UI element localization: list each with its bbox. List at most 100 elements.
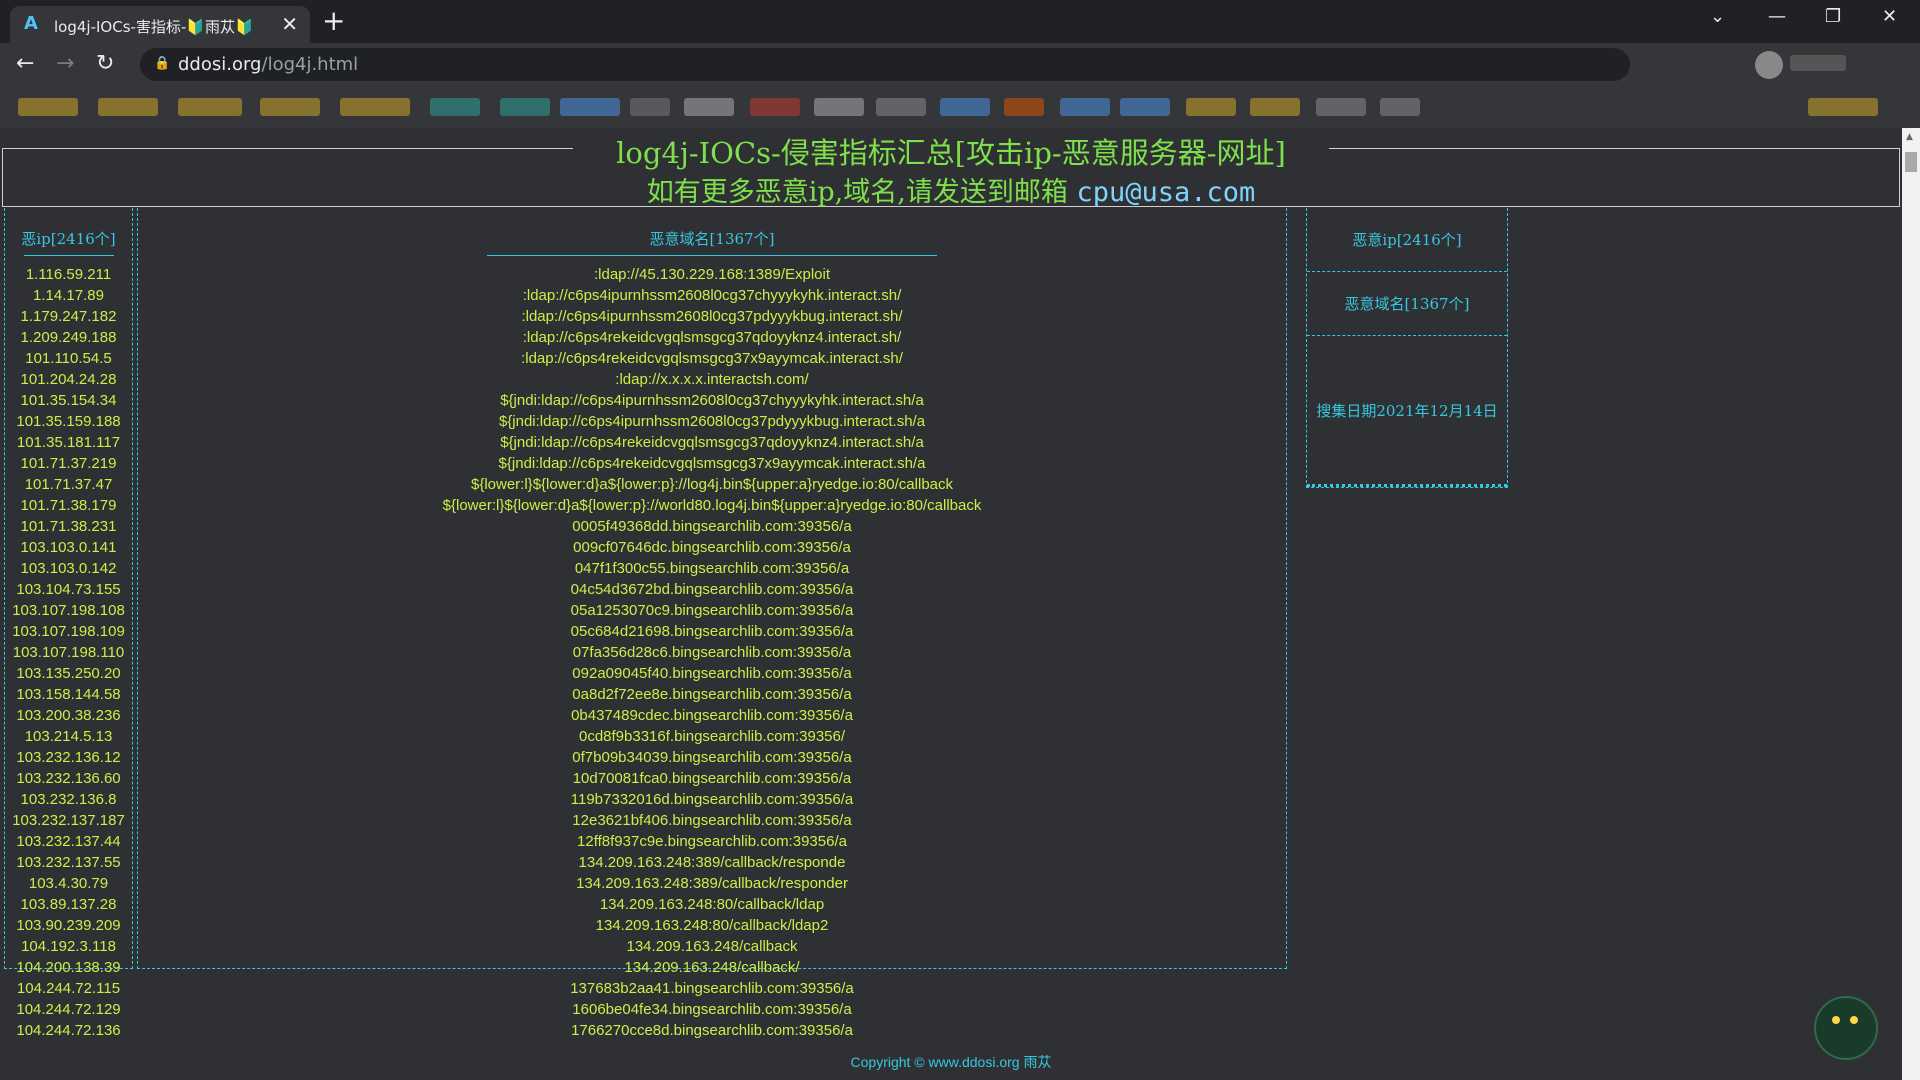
ip-item: 1.116.59.211	[25, 266, 112, 283]
ip-item: 104.244.72.136	[16, 1022, 121, 1039]
profile-avatar[interactable]	[1755, 51, 1783, 79]
ip-item: 101.71.38.231	[20, 518, 117, 535]
bookmark-item[interactable]	[1060, 98, 1110, 116]
domain-item: 12e3621bf406.bingsearchlib.com:39356/a	[572, 812, 852, 829]
browser-tab[interactable]: A log4j-IOCs-害指标-🔰雨苁🔰 ✕	[10, 6, 310, 43]
bookmark-item[interactable]	[684, 98, 734, 116]
scrollbar-thumb[interactable]	[1905, 152, 1917, 172]
ip-item: 104.200.138.39	[16, 959, 121, 976]
ip-item: 103.232.137.44	[16, 833, 121, 850]
domain-item: :ldap://c6ps4rekeidcvgqlsmsgcg37x9ayymca…	[521, 350, 903, 367]
address-bar[interactable]: 🔒 ddosi.org/log4j.html	[140, 48, 1630, 81]
tab-search-icon[interactable]: ⌄	[1710, 6, 1725, 27]
ip-item: 101.35.159.188	[16, 413, 121, 430]
minimize-icon[interactable]: —	[1768, 6, 1786, 27]
bookmark-item[interactable]	[560, 98, 620, 116]
ip-item: 101.110.54.5	[25, 350, 112, 367]
reload-icon[interactable]: ↻	[96, 51, 114, 77]
bookmark-item[interactable]	[430, 98, 480, 116]
ip-item: 101.35.154.34	[20, 392, 117, 409]
bookmark-item[interactable]	[814, 98, 864, 116]
page-footer[interactable]: Copyright © www.ddosi.org 雨苁	[0, 1052, 1902, 1072]
bookmark-item[interactable]	[1250, 98, 1300, 116]
ip-column-separator	[23, 255, 114, 256]
new-tab-icon[interactable]: +	[322, 6, 345, 36]
bookmark-item[interactable]	[630, 98, 670, 116]
page-content: log4j-IOCs-侵害指标汇总[攻击ip-恶意服务器-网址] 如有更多恶意i…	[0, 128, 1902, 1080]
summary-domain-link[interactable]: 恶意域名[1367个]	[1307, 272, 1507, 336]
domain-item: 12ff8f937c9e.bingsearchlib.com:39356/a	[577, 833, 847, 850]
tab-title: log4j-IOCs-害指标-🔰雨苁🔰	[54, 18, 254, 36]
ip-item: 1.209.249.188	[20, 329, 117, 346]
ip-item: 103.200.38.236	[16, 707, 121, 724]
domain-item: 119b7332016d.bingsearchlib.com:39356/a	[570, 791, 854, 808]
ip-item: 103.90.239.209	[16, 917, 121, 934]
ip-item: 103.103.0.142	[20, 560, 117, 577]
page-title: log4j-IOCs-侵害指标汇总[攻击ip-恶意服务器-网址]	[616, 136, 1286, 170]
ip-column: 恶ip[2416个] 1.116.59.211 1.14.17.89 1.179.2…	[4, 208, 133, 1039]
ip-item: 101.204.24.28	[20, 371, 117, 388]
bookmarks-bar	[0, 86, 1920, 129]
forward-icon[interactable]: →	[56, 51, 74, 77]
bookmark-folder-icon[interactable]	[18, 98, 78, 116]
close-tab-icon[interactable]: ✕	[281, 12, 298, 36]
domain-item: 134.209.163.248:389/callback/responde	[578, 854, 846, 871]
page-header: log4j-IOCs-侵害指标汇总[攻击ip-恶意服务器-网址] 如有更多恶意i…	[2, 136, 1900, 208]
bookmark-item[interactable]	[500, 98, 550, 116]
bookmark-folder-icon[interactable]	[1808, 98, 1878, 116]
ip-item: 103.89.137.28	[20, 896, 117, 913]
url-host: ddosi.org	[178, 54, 262, 75]
summary-ip-link[interactable]: 恶意ip[2416个]	[1307, 208, 1507, 272]
bookmark-item[interactable]	[940, 98, 990, 116]
robot-mascot-icon[interactable]	[1814, 996, 1878, 1060]
site-favicon-icon: A	[24, 13, 38, 34]
bookmark-folder-icon[interactable]	[340, 98, 410, 116]
domain-item: 0a8d2f72ee8e.bingsearchlib.com:39356/a	[572, 686, 852, 703]
ip-item: 1.179.247.182	[20, 308, 117, 325]
page-scrollbar[interactable]: ▲	[1902, 128, 1920, 1080]
bookmark-item[interactable]	[1316, 98, 1366, 116]
domain-item: :ldap://x.x.x.x.interactsh.com/	[615, 371, 809, 388]
bookmark-item[interactable]	[750, 98, 800, 116]
domain-item: 05c684d21698.bingsearchlib.com:39356/a	[570, 623, 854, 640]
bookmark-item[interactable]	[876, 98, 926, 116]
ip-item: 103.232.136.12	[16, 749, 121, 766]
ip-item: 103.135.250.20	[16, 665, 121, 682]
domain-item: 137683b2aa41.bingsearchlib.com:39356/a	[570, 980, 854, 997]
bookmark-item[interactable]	[1380, 98, 1420, 116]
scroll-up-icon[interactable]: ▲	[1906, 132, 1913, 142]
lock-icon: 🔒	[154, 56, 171, 71]
subtitle-text: 如有更多恶意ip,域名,请发送到邮箱	[646, 177, 1068, 208]
domain-item: 04c54d3672bd.bingsearchlib.com:39356/a	[570, 581, 854, 598]
domain-item: ${jndi:ldap://c6ps4rekeidcvgqlsmsgcg37x9…	[498, 455, 926, 472]
bookmark-folder-icon[interactable]	[98, 98, 158, 116]
restore-icon[interactable]: ❐	[1825, 6, 1841, 27]
domain-item: 0cd8f9b3316f.bingsearchlib.com:39356/	[578, 728, 846, 745]
bookmark-item[interactable]	[1004, 98, 1044, 116]
domain-item: :ldap://c6ps4rekeidcvgqlsmsgcg37qdoyyknz…	[522, 329, 902, 346]
ip-item: 103.232.137.55	[16, 854, 121, 871]
robot-eye	[1850, 1016, 1858, 1024]
collection-date: 搜集日期2021年12月14日	[1307, 336, 1507, 487]
close-window-icon[interactable]: ✕	[1882, 6, 1897, 27]
ip-item: 103.107.198.110	[12, 644, 125, 661]
bookmark-item[interactable]	[1186, 98, 1236, 116]
ip-item: 103.232.137.187	[12, 812, 125, 829]
bookmark-folder-icon[interactable]	[178, 98, 242, 116]
back-icon[interactable]: ←	[16, 51, 34, 77]
contact-email[interactable]: cpu@usa.com	[1076, 177, 1255, 208]
url-text: ddosi.org/log4j.html	[178, 54, 358, 75]
domain-item: 134.209.163.248/callback	[626, 938, 798, 955]
bookmark-folder-icon[interactable]	[260, 98, 320, 116]
ip-item: 103.4.30.79	[28, 875, 109, 892]
tab-bar: A log4j-IOCs-害指标-🔰雨苁🔰 ✕ + ⌄ — ❐ ✕	[0, 0, 1920, 43]
ip-column-title: 恶ip[2416个]	[21, 230, 116, 248]
domain-item: 134.209.163.248:80/callback/ldap	[599, 896, 825, 913]
domain-item: ${jndi:ldap://c6ps4ipurnhssm2608l0cg37pd…	[498, 413, 926, 430]
domain-item: 009cf07646dc.bingsearchlib.com:39356/a	[573, 539, 851, 556]
domain-item: 134.209.163.248:80/callback/ldap2	[595, 917, 829, 934]
domain-item: 047f1f300c55.bingsearchlib.com:39356/a	[574, 560, 850, 577]
bookmark-item[interactable]	[1120, 98, 1170, 116]
ip-item: 104.244.72.129	[16, 1001, 121, 1018]
domain-item: 1606be04fe34.bingsearchlib.com:39356/a	[572, 1001, 852, 1018]
